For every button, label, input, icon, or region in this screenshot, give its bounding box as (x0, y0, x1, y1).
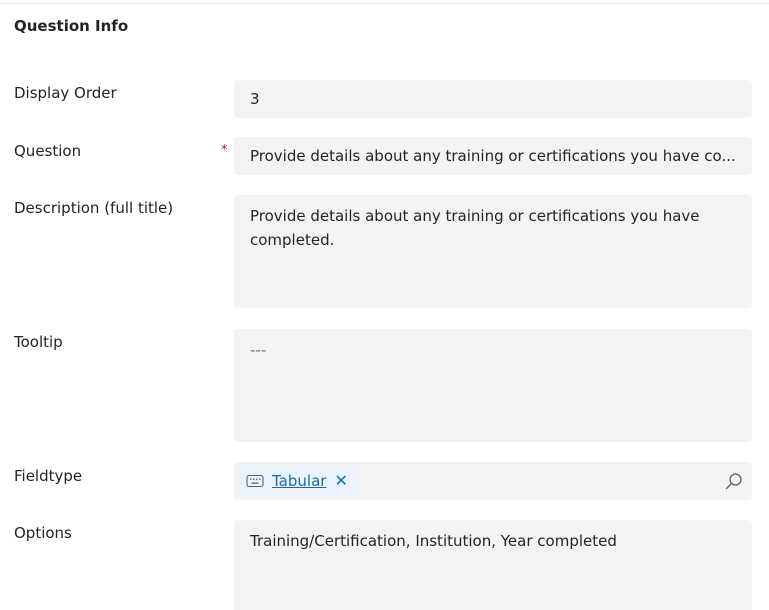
question-field[interactable]: Provide details about any training or ce… (234, 137, 752, 175)
display-order-label: Display Order (14, 84, 117, 102)
description-label: Description (full title) (14, 199, 174, 217)
section-title: Question Info (14, 17, 129, 35)
description-field[interactable]: Provide details about any training or ce… (234, 195, 752, 308)
display-order-field[interactable]: 3 (234, 80, 752, 118)
required-indicator: * (221, 143, 228, 158)
keyboard-icon (246, 474, 264, 488)
fieldtype-tag-link[interactable]: Tabular (272, 472, 326, 490)
remove-tag-button[interactable]: ✕ (334, 473, 347, 489)
fieldtype-tag: Tabular ✕ (238, 466, 356, 496)
fieldtype-label: Fieldtype (14, 467, 83, 485)
search-icon[interactable] (724, 471, 744, 491)
question-label: Question (14, 142, 82, 160)
options-field[interactable]: Training/Certification, Institution, Yea… (234, 520, 752, 610)
tooltip-field[interactable]: --- (234, 329, 752, 442)
top-divider (0, 3, 769, 4)
options-label: Options (14, 524, 72, 542)
tooltip-label: Tooltip (14, 333, 63, 351)
fieldtype-lookup[interactable]: Tabular ✕ (234, 462, 752, 500)
